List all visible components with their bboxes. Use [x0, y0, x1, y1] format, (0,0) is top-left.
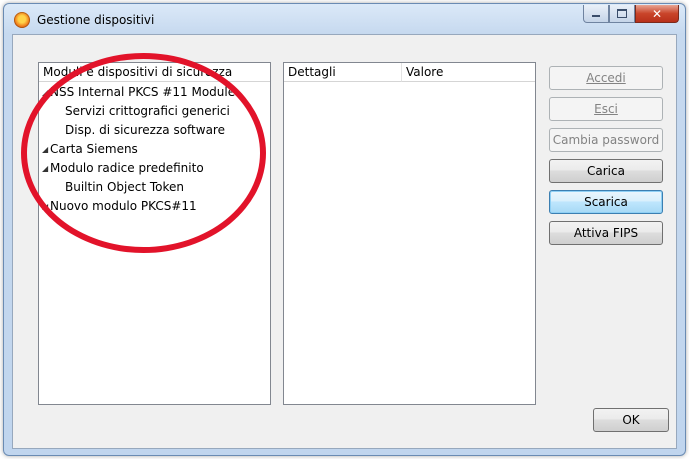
ok-button[interactable]: OK: [593, 408, 669, 432]
tree-item-label: NSS Internal PKCS #11 Module: [50, 85, 236, 99]
tree-item-label: Builtin Object Token: [65, 180, 185, 194]
modules-column-header[interactable]: Moduli e dispositivi di sicurezza: [39, 63, 270, 82]
title-bar[interactable]: Gestione dispositivi ✕: [4, 4, 685, 34]
expand-triangle-icon[interactable]: ◢: [42, 197, 50, 216]
details-column-header[interactable]: Dettagli: [284, 63, 402, 82]
caption-buttons: ✕: [583, 5, 679, 23]
carica-label: Carica: [587, 164, 625, 178]
attiva-fips-label: Attiva FIPS: [573, 226, 639, 240]
tree-item[interactable]: ◢ NSS Internal PKCS #11 Module: [39, 83, 270, 102]
maximize-icon: [617, 9, 627, 18]
tree-item-label: Carta Siemens: [50, 142, 138, 156]
minimize-button[interactable]: [583, 5, 609, 23]
accedi-label: Accedi: [586, 71, 626, 85]
tree-item[interactable]: Builtin Object Token: [39, 178, 270, 197]
modules-tree-list: ◢ NSS Internal PKCS #11 Module Servizi cri…: [39, 83, 270, 216]
close-button[interactable]: ✕: [635, 5, 679, 23]
dialog-window: Gestione dispositivi ✕ Moduli e disposit…: [3, 3, 686, 456]
cambia-password-button[interactable]: Cambia password: [549, 128, 663, 152]
scarica-button[interactable]: Scarica: [549, 190, 663, 214]
attiva-fips-button[interactable]: Attiva FIPS: [549, 221, 663, 245]
tree-item[interactable]: Disp. di sicurezza software: [39, 121, 270, 140]
tree-item-label: Servizi crittografici generici: [65, 104, 230, 118]
carica-button[interactable]: Carica: [549, 159, 663, 183]
tree-item[interactable]: Servizi crittografici generici: [39, 102, 270, 121]
maximize-button[interactable]: [609, 5, 635, 23]
tree-item-label: Modulo radice predefinito: [50, 161, 204, 175]
dialog-client-area: Moduli e dispositivi di sicurezza ◢ NSS I…: [12, 34, 677, 449]
value-column-header[interactable]: Valore: [402, 63, 535, 82]
accedi-button[interactable]: Accedi: [549, 66, 663, 90]
expand-triangle-icon[interactable]: ◢: [42, 140, 50, 159]
ok-label: OK: [622, 413, 640, 427]
tree-item-label: Nuovo modulo PKCS#11: [50, 199, 197, 213]
scarica-label: Scarica: [584, 195, 628, 209]
close-icon: ✕: [651, 6, 663, 21]
tree-item[interactable]: ◢ Modulo radice predefinito: [39, 159, 270, 178]
tree-item[interactable]: ◢ Carta Siemens: [39, 140, 270, 159]
window-title: Gestione dispositivi: [37, 13, 155, 27]
minimize-icon: [592, 15, 600, 17]
expand-triangle-icon[interactable]: ◢: [42, 83, 50, 102]
tree-item-label: Disp. di sicurezza software: [65, 123, 225, 137]
esci-button[interactable]: Esci: [549, 97, 663, 121]
expand-triangle-icon[interactable]: ◢: [42, 159, 50, 178]
modules-tree-panel[interactable]: Moduli e dispositivi di sicurezza ◢ NSS I…: [38, 62, 271, 405]
firefox-icon: [14, 12, 30, 28]
details-panel[interactable]: Dettagli Valore: [283, 62, 536, 405]
esci-label: Esci: [594, 102, 618, 116]
tree-item[interactable]: ◢ Nuovo modulo PKCS#11: [39, 197, 270, 216]
cambia-password-label: Cambia password: [552, 133, 660, 147]
